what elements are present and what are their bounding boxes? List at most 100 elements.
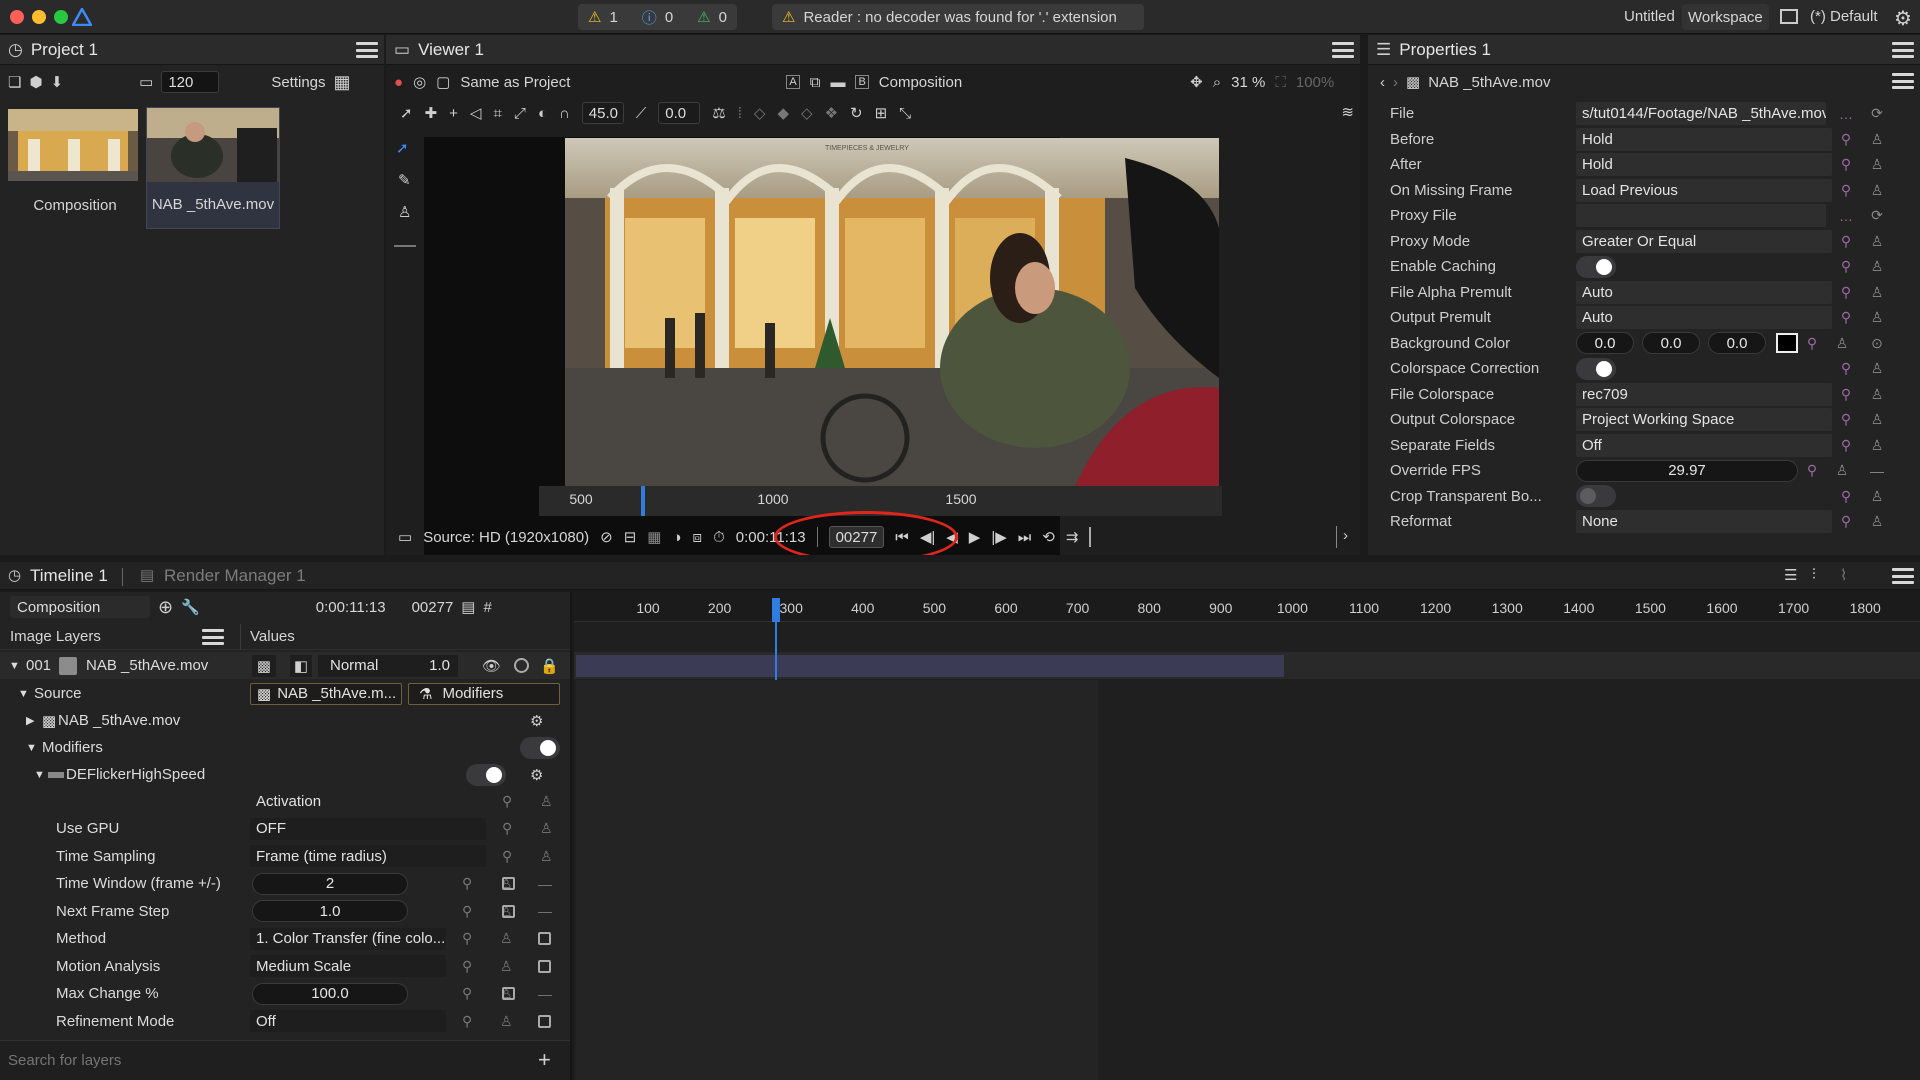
property-row[interactable]: Enable Caching ⚲ ♙ [1368, 254, 1893, 279]
same-as-project-select[interactable]: Same as Project [460, 74, 570, 91]
snap-icon[interactable]: ⟋ [636, 105, 647, 122]
keyframe-icon[interactable]: ⚲ [1838, 131, 1854, 147]
keyframe-icon[interactable]: ⚲ [1838, 258, 1854, 275]
zoom-level[interactable]: 31 % [1231, 74, 1265, 91]
keyframe-icon[interactable]: ⚲ [1838, 437, 1854, 453]
workspace-button[interactable]: Workspace [1682, 4, 1769, 30]
layer-clip[interactable] [576, 655, 1285, 677]
frame-icon[interactable]: ▢ [436, 73, 450, 91]
parameter-row[interactable]: Use GPU OFF ⚲ ♙ [0, 815, 570, 842]
property-row[interactable]: Background Color 0.0 0.0 0.0 ⚲ ♙ ⊙ [1368, 331, 1893, 356]
view-a-button[interactable]: A [786, 75, 800, 89]
back-icon[interactable]: ‹ [1380, 74, 1385, 91]
status-message[interactable]: ⚠ Reader : no decoder was found for '.' e… [772, 4, 1144, 30]
link-icon[interactable]: ♙ [1869, 284, 1885, 300]
minimize-window-button[interactable] [32, 10, 46, 24]
blend-mode-select[interactable]: Normal 1.0 [318, 654, 458, 677]
parameter-value[interactable]: Frame (time radius) [250, 845, 486, 867]
link-icon[interactable]: ♙ [1869, 258, 1885, 275]
layers-icon[interactable]: ❏ [8, 73, 21, 91]
keyframe-icon[interactable]: ⚲ [502, 820, 512, 837]
timeline-timecode[interactable]: 0:00:11:13 [316, 599, 386, 616]
property-row[interactable]: Colorspace Correction ⚲ ♙ [1368, 356, 1893, 381]
browse-icon[interactable]: … [1838, 106, 1854, 122]
keyframe-icon[interactable]: ⚲ [1838, 284, 1854, 300]
tracker-icon[interactable]: ⚖ [712, 104, 725, 122]
link-icon[interactable]: ♙ [500, 930, 513, 947]
property-value[interactable] [1576, 204, 1826, 227]
parameter-row[interactable]: Motion Analysis Medium Scale ⚲ ♙ [0, 953, 570, 980]
keyframe-icon[interactable]: ⚲ [1838, 182, 1854, 198]
property-value[interactable]: Auto [1576, 306, 1832, 329]
frames-field[interactable]: 120 [161, 71, 220, 93]
property-row[interactable]: Proxy File … ⟳ [1368, 203, 1893, 228]
property-row[interactable]: Before Hold ⚲ ♙ [1368, 127, 1893, 152]
reset-icon[interactable]: — [538, 903, 552, 919]
viewer-menu-icon[interactable] [1332, 40, 1354, 60]
parameter-row[interactable]: Max Change % 100.0 ⚲ ♙ — [0, 980, 570, 1007]
property-row[interactable]: Reformat None ⚲ ♙ [1368, 509, 1893, 534]
parameter-checkbox[interactable] [502, 904, 515, 918]
next-key-icon[interactable]: ◇ [801, 104, 813, 122]
gear-icon[interactable]: ⚙ [1894, 6, 1912, 31]
property-value[interactable]: Load Previous [1576, 178, 1832, 202]
project-item-nab-mov[interactable]: NAB _5thAve.mov [146, 107, 280, 229]
levels-icon[interactable]: ⫶ [1812, 566, 1816, 583]
skew-icon[interactable]: ◁ [470, 104, 482, 122]
link-icon[interactable]: ♙ [1869, 182, 1885, 198]
link-icon[interactable]: ♙ [1834, 335, 1850, 351]
fps-field[interactable]: 29.97 [1576, 459, 1798, 482]
parameter-value[interactable]: OFF [250, 817, 486, 840]
lock-icon[interactable]: 🔒 [540, 657, 559, 675]
gear-icon[interactable]: ⚙ [530, 712, 543, 730]
parameter-row[interactable]: Next Frame Step 1.0 ⚲ ♙ — [0, 898, 570, 925]
source-row[interactable]: ▼ Source ▩ NAB _5thAve.m... ⚗ Modifiers [0, 680, 570, 707]
modifier-row[interactable]: ▼ DEFlickerHighSpeed ⚙ [0, 761, 570, 788]
property-row[interactable]: Override FPS 29.97 ⚲ ♙ — [1368, 458, 1893, 483]
property-row[interactable]: Separate Fields Off ⚲ ♙ [1368, 433, 1893, 458]
reset-icon[interactable]: — [538, 876, 552, 892]
film-icon[interactable]: ▩ [252, 654, 276, 677]
parameter-checkbox[interactable] [538, 959, 551, 973]
search-layers-input[interactable] [8, 1047, 528, 1073]
import-icon[interactable]: ⬇ [51, 73, 64, 91]
property-value[interactable]: Hold [1576, 127, 1832, 151]
link-icon[interactable]: ♙ [540, 793, 553, 810]
timeline-frame[interactable]: 00277 [412, 599, 454, 616]
property-row[interactable]: Crop Transparent Bo... ⚲ ♙ [1368, 484, 1893, 509]
close-window-button[interactable] [10, 10, 24, 24]
keyframe-icon[interactable]: ⚲ [1838, 488, 1854, 504]
viewer-playhead[interactable] [641, 486, 646, 516]
grid-view-icon[interactable]: ▦ [334, 72, 351, 93]
composition-select[interactable]: Composition [10, 596, 150, 618]
proxy-icon[interactable]: ⊘ [600, 528, 613, 546]
property-row[interactable]: Proxy Mode Greater Or Equal ⚲ ♙ [1368, 229, 1893, 254]
parameter-row[interactable]: Time Sampling Frame (time radius) ⚲ ♙ [0, 843, 570, 870]
frame-number-icon[interactable]: # [483, 599, 491, 616]
parameter-value[interactable]: 2 [252, 872, 408, 895]
add-icon[interactable]: + [538, 1047, 551, 1073]
parameter-checkbox[interactable] [502, 877, 515, 890]
region-icon[interactable]: ⊟ [624, 528, 637, 546]
property-row[interactable]: File s/tut0144/Footage/NAB _5thAve.mov … ⟳ [1368, 101, 1893, 126]
parameter-row[interactable]: Time Window (frame +/-) 2 ⚲ ♙ — [0, 870, 570, 897]
zoom-icon[interactable]: ⌕ [1213, 74, 1221, 91]
link-icon[interactable]: ♙ [1869, 411, 1885, 428]
pen-tool-icon[interactable]: ✎ [398, 171, 411, 189]
wrench-icon[interactable]: 🔧 [181, 598, 200, 616]
link-icon[interactable]: ♙ [1869, 488, 1885, 504]
reload-icon[interactable]: ⟳ [1869, 207, 1885, 224]
keyframe-icon[interactable]: ⚲ [1838, 233, 1854, 249]
link-icon[interactable]: ♙ [500, 1013, 513, 1030]
property-value[interactable]: s/tut0144/Footage/NAB _5thAve.mov [1576, 102, 1826, 125]
compare-icon[interactable]: ⧉ [810, 74, 821, 91]
color-channel-field[interactable]: 0.0 [1576, 332, 1634, 354]
project-tab[interactable]: Project 1 [31, 40, 98, 60]
color-picker-icon[interactable]: ◑ [672, 529, 681, 546]
properties-tab[interactable]: Properties 1 [1399, 40, 1491, 60]
keyframe-icon[interactable]: ⚲ [1838, 386, 1854, 402]
timer-icon[interactable]: ⏱ [713, 529, 725, 546]
link-icon[interactable]: ♙ [1869, 437, 1885, 453]
angle-field[interactable]: 45.0 [581, 102, 624, 124]
expand-caret-icon[interactable]: ▼ [26, 742, 37, 754]
